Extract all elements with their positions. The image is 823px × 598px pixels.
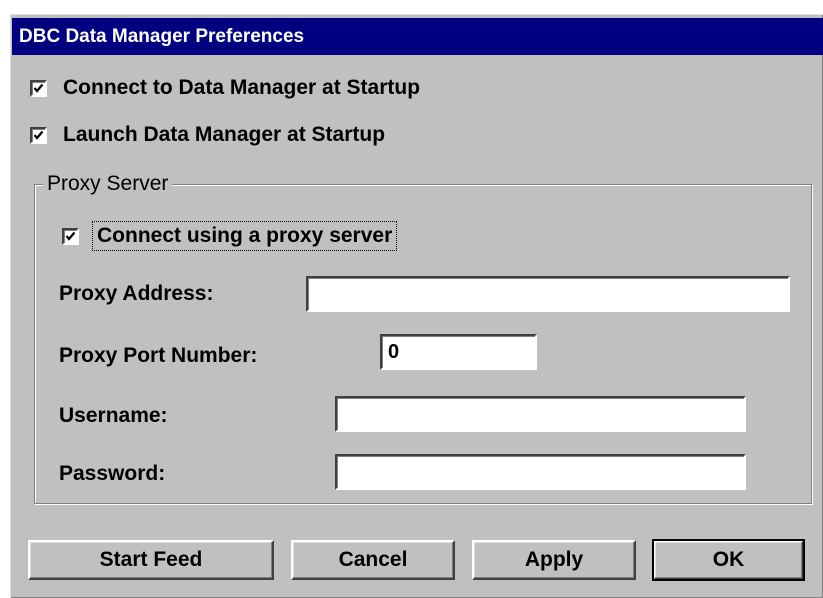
username-label: Username:: [59, 404, 168, 427]
apply-button[interactable]: Apply: [472, 540, 636, 580]
preferences-dialog: DBC Data Manager Preferences Connect to …: [10, 14, 823, 598]
window-title: DBC Data Manager Preferences: [19, 26, 305, 47]
launch-at-startup-label: Launch Data Manager at Startup: [63, 123, 386, 146]
launch-at-startup-checkbox[interactable]: [30, 126, 47, 144]
proxy-port-input[interactable]: [380, 334, 537, 370]
launch-at-startup-option[interactable]: Launch Data Manager at Startup: [30, 123, 385, 147]
title-bar: DBC Data Manager Preferences: [12, 18, 823, 55]
username-input[interactable]: [335, 396, 746, 432]
password-label: Password:: [59, 462, 166, 485]
connect-at-startup-label: Connect to Data Manager at Startup: [63, 76, 421, 99]
cancel-button[interactable]: Cancel: [291, 540, 455, 580]
connect-at-startup-option[interactable]: Connect to Data Manager at Startup: [30, 76, 420, 100]
use-proxy-label: Connect using a proxy server: [91, 221, 398, 251]
connect-at-startup-checkbox[interactable]: [30, 79, 47, 97]
checkmark-icon: [33, 83, 44, 93]
proxy-port-label: Proxy Port Number:: [59, 344, 258, 367]
checkmark-icon: [65, 231, 76, 241]
start-feed-button[interactable]: Start Feed: [28, 540, 274, 580]
proxy-address-label: Proxy Address:: [59, 282, 214, 305]
proxy-server-group-label: Proxy Server: [43, 170, 173, 198]
checkmark-icon: [33, 130, 44, 140]
ok-button[interactable]: OK: [652, 539, 805, 581]
use-proxy-checkbox[interactable]: [62, 227, 79, 245]
use-proxy-option[interactable]: Connect using a proxy server: [62, 221, 398, 251]
password-input[interactable]: [335, 454, 746, 490]
proxy-address-input[interactable]: [306, 276, 790, 312]
